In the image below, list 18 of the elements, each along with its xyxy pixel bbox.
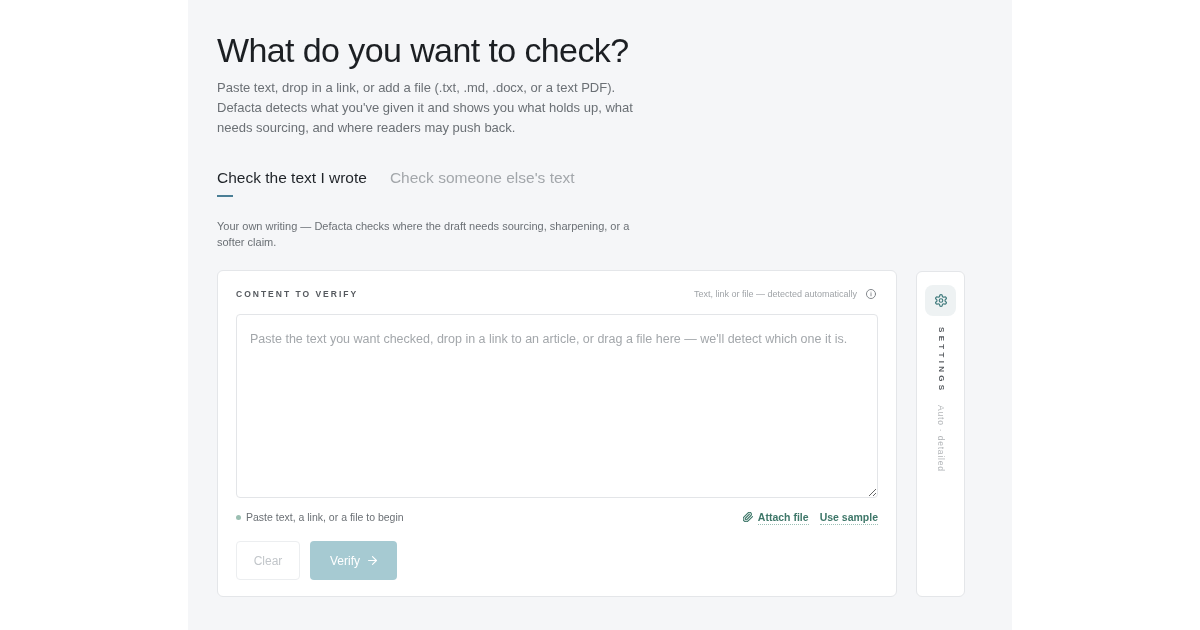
tab-description: Your own writing — Defacta checks where the draft needs sourcing, sharpening, or a softer claim. [217,219,631,250]
page-description: Paste text, drop in a link, or add a file (.txt, .md, .docx, or a text PDF). Defacta detects what you've given it and shows you what holds up, what needs sourcing, and where readers may push back. [217,79,634,137]
info-icon [866,289,876,299]
settings-label: SETTINGS [935,327,946,394]
content-input-field[interactable]: Paste the text you want checked, drop in a link to an article, or drag a file here — we'll detect which one it is. [236,314,878,498]
status-dot-icon [236,514,241,520]
gear-icon [934,294,947,307]
detection-note: Text, link or file — detected automatically [693,288,857,300]
card-label: CONTENT TO VERIFY [236,288,359,300]
mode-tab[interactable]: Check the text I wrote [217,168,367,197]
status-text: Paste text, a link, or a file to begin [246,510,404,525]
settings-summary: Auto · detailed [935,405,946,473]
attach-file-link[interactable]: Attach file [742,509,809,525]
paperclip-icon [742,512,753,522]
arrow-right-icon [368,556,377,565]
settings-button[interactable] [925,285,956,316]
use-sample-link[interactable]: Use sample [819,509,878,525]
page-title: What do you want to check? [217,30,630,70]
